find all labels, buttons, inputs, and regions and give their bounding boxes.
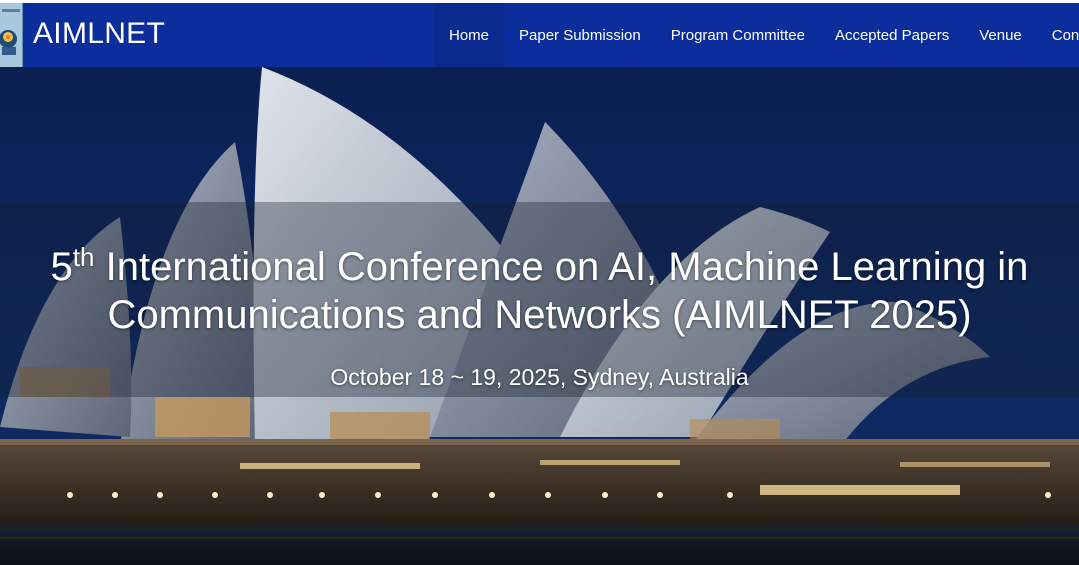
site-brand[interactable]: AIMLNET xyxy=(33,16,165,52)
page: AIMLNET Home Paper Submission Program Co… xyxy=(0,0,1079,565)
nav-paper-submission[interactable]: Paper Submission xyxy=(504,3,656,67)
conference-title: 5th International Conference on AI, Mach… xyxy=(0,243,1079,339)
main-nav: Home Paper Submission Program Committee … xyxy=(434,3,1079,67)
nav-accepted-papers[interactable]: Accepted Papers xyxy=(820,3,964,67)
nav-conf[interactable]: Conf xyxy=(1037,3,1079,67)
title-ordinal-suffix: th xyxy=(72,242,95,272)
title-line-1: International Conference on AI, Machine … xyxy=(94,245,1029,289)
navbar: AIMLNET Home Paper Submission Program Co… xyxy=(0,3,1079,67)
conference-date-location: October 18 ~ 19, 2025, Sydney, Australia xyxy=(330,364,749,390)
nav-venue[interactable]: Venue xyxy=(964,3,1037,67)
title-line-2: Communications and Networks (AIMLNET 202… xyxy=(107,293,972,337)
nav-program-committee[interactable]: Program Committee xyxy=(656,3,820,67)
brain-head-logo-icon[interactable] xyxy=(0,3,23,67)
hero-banner: 5th International Conference on AI, Mach… xyxy=(0,67,1079,565)
nav-home[interactable]: Home xyxy=(434,3,505,67)
title-ordinal-number: 5 xyxy=(50,245,73,289)
